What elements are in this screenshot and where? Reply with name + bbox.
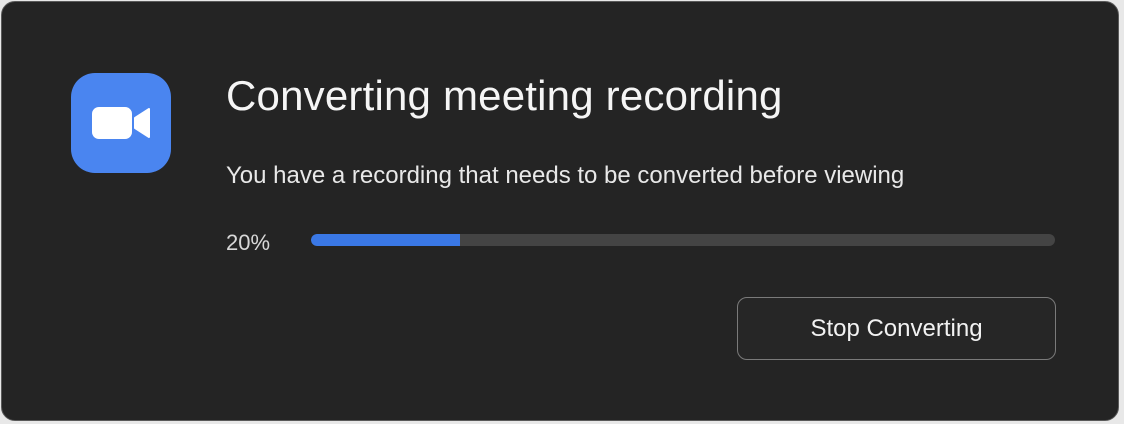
stop-converting-button[interactable]: Stop Converting (737, 297, 1056, 360)
video-camera-icon (71, 73, 171, 173)
progress-percent-label: 20% (226, 230, 271, 255)
dialog-title: Converting meeting recording (226, 72, 783, 119)
progress-bar (311, 234, 1055, 246)
conversion-dialog: Converting meeting recording You have a … (1, 1, 1119, 421)
dialog-message: You have a recording that needs to be co… (226, 162, 905, 189)
progress-bar-fill (311, 234, 460, 246)
